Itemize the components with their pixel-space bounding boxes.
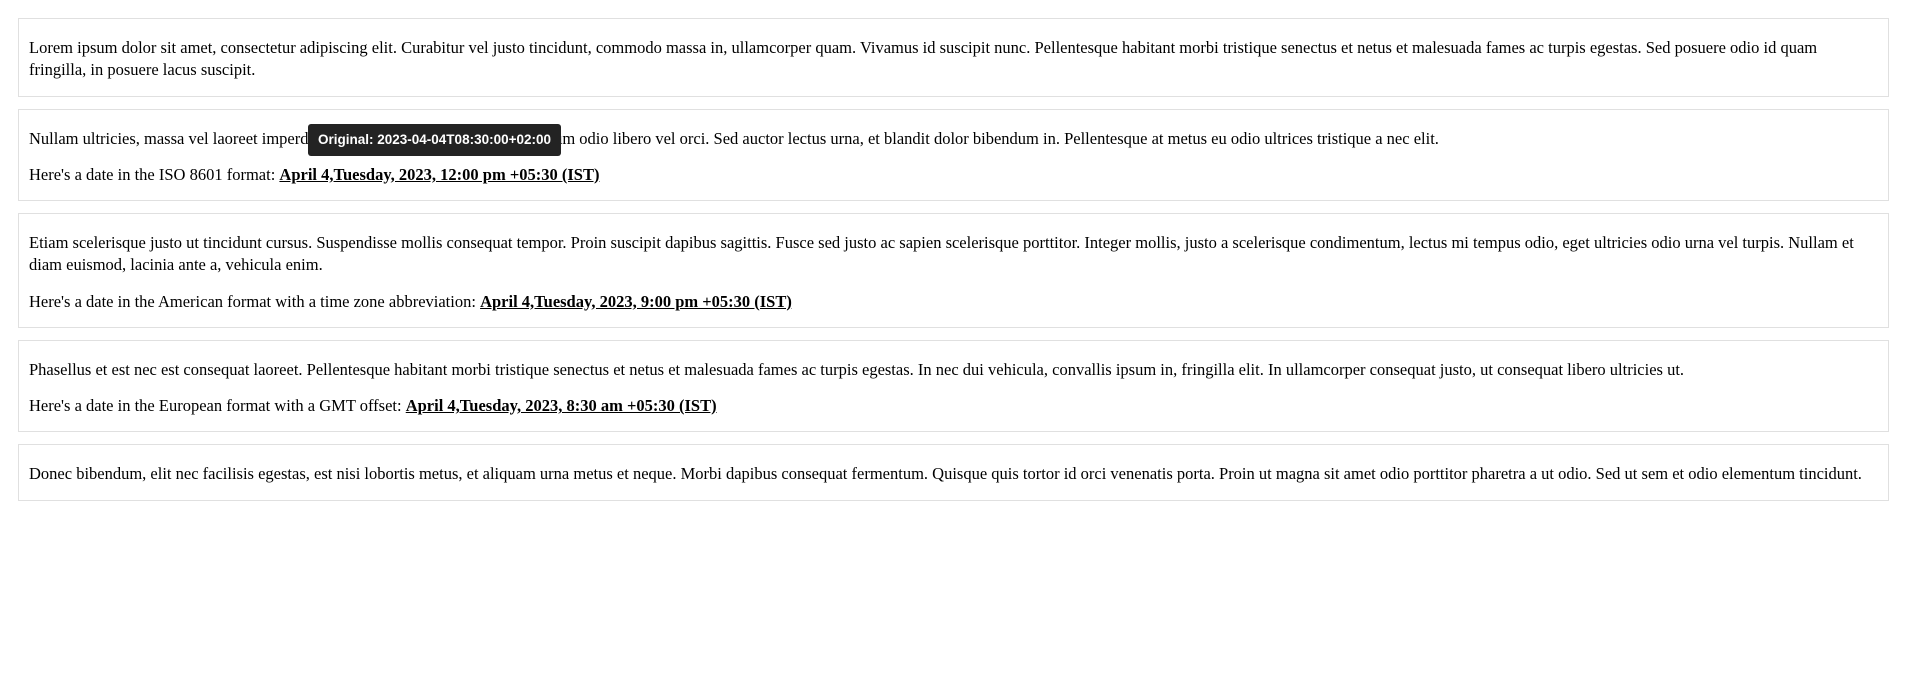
date-prefix: Here's a date in the ISO 8601 format: <box>29 165 279 184</box>
paragraph-text: Nullam ultricies, massa vel laoreet impe… <box>29 128 1878 150</box>
paragraph-text: Lorem ipsum dolor sit amet, consectetur … <box>29 37 1878 82</box>
card-1: Lorem ipsum dolor sit amet, consectetur … <box>18 18 1889 97</box>
date-tooltip: Original: 2023-04-04T08:30:00+02:00 <box>308 124 561 156</box>
paragraph-text: Donec bibendum, elit nec facilisis egest… <box>29 463 1878 485</box>
date-line: Here's a date in the European format wit… <box>29 395 1878 417</box>
card-3: Etiam scelerisque justo ut tincidunt cur… <box>18 213 1889 328</box>
card-5: Donec bibendum, elit nec facilisis egest… <box>18 444 1889 500</box>
paragraph-text: Phasellus et est nec est consequat laore… <box>29 359 1878 381</box>
date-line: Here's a date in the American format wit… <box>29 291 1878 313</box>
card-4: Phasellus et est nec est consequat laore… <box>18 340 1889 433</box>
date-link-european[interactable]: April 4,Tuesday, 2023, 8:30 am +05:30 (I… <box>406 396 717 415</box>
date-prefix: Here's a date in the American format wit… <box>29 292 480 311</box>
date-line: Here's a date in the ISO 8601 format: Ap… <box>29 164 1878 186</box>
date-link-iso[interactable]: April 4,Tuesday, 2023, 12:00 pm +05:30 (… <box>279 165 599 184</box>
paragraph-text: Etiam scelerisque justo ut tincidunt cur… <box>29 232 1878 277</box>
date-prefix: Here's a date in the European format wit… <box>29 396 406 415</box>
card-2: Nullam ultricies, massa vel laoreet impe… <box>18 109 1889 202</box>
date-link-american[interactable]: April 4,Tuesday, 2023, 9:00 pm +05:30 (I… <box>480 292 792 311</box>
